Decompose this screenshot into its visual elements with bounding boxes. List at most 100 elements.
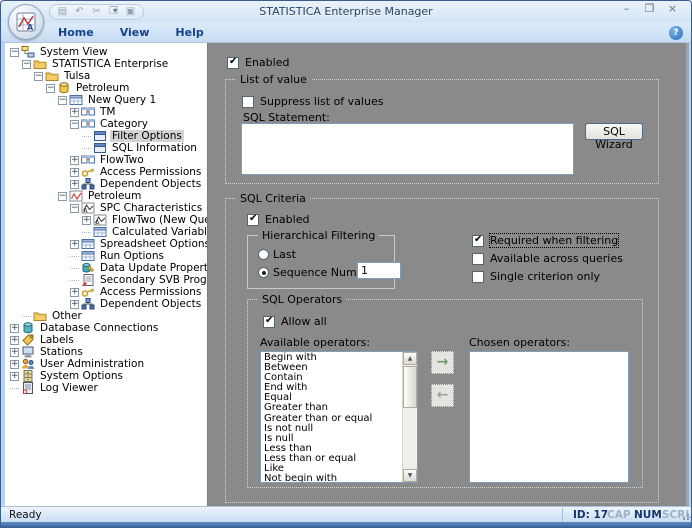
tree-connector [70,268,79,269]
tree-item-dependent-objects[interactable]: +Dependent Objects [5,178,207,190]
tree-item-flowtwo-new-query-1[interactable]: +AFlowTwo (New Query 1 [5,214,207,226]
sequence-number-input[interactable] [357,262,401,279]
tree-item-label: Secondary SVB Program [98,274,208,286]
tree-item-user-administration[interactable]: + User Administration [5,358,207,370]
help-icon[interactable]: ? [669,26,683,40]
sql-statement-textarea[interactable] [241,123,574,175]
maximize-button[interactable]: ❐ [641,3,658,16]
move-right-button[interactable]: → [431,351,454,374]
expand-icon[interactable]: + [70,156,79,165]
chosen-operators-list[interactable] [469,351,629,483]
move-left-button[interactable]: ← [431,384,454,407]
criteria-enabled-checkbox[interactable] [247,214,259,226]
tree-item-log-viewer[interactable]: Log Viewer [5,382,207,394]
status-separator [562,508,563,522]
window-controls: – ❐ × [618,3,681,16]
tab-home[interactable]: Home [45,23,107,43]
tree-item-dependent-objects[interactable]: +Dependent Objects [5,298,207,310]
tree-item-label: Spreadsheet Options [98,238,208,250]
tree-item-label: Category [98,118,150,130]
allow-all-checkbox[interactable] [263,316,275,328]
log-viewer-icon [21,382,36,394]
table-icon [93,226,108,238]
available-across-queries-checkbox[interactable] [472,253,484,265]
expand-icon[interactable]: + [10,360,19,369]
application-menu-button[interactable]: A [8,4,44,40]
last-radio[interactable] [258,249,269,260]
spc-icon: A [93,214,108,226]
expand-icon[interactable]: + [70,288,79,297]
query-icon [81,118,96,130]
collapse-icon[interactable]: − [46,84,55,93]
status-message: Ready [9,509,42,521]
tree-item-tulsa[interactable]: −Tulsa [5,70,207,82]
system-view-icon [21,46,36,58]
expand-icon[interactable]: + [10,336,19,345]
expand-icon[interactable]: + [70,108,79,117]
query-icon [81,106,96,118]
collapse-icon[interactable]: − [70,120,79,129]
tree-item-spc-characteristics[interactable]: −ASPC Characteristics [5,202,207,214]
single-criterion-only-checkbox[interactable] [472,271,484,283]
scroll-up-icon[interactable]: ▲ [403,352,417,365]
tree-item-tm[interactable]: +TM [5,106,207,118]
tree-item-label: SQL Information [110,142,199,154]
expand-icon[interactable]: + [10,324,19,333]
close-button[interactable]: × [664,3,681,16]
tree-item-secondary-svb-program[interactable]: Secondary SVB Program [5,274,207,286]
collapse-icon[interactable]: − [34,72,43,81]
tree-item-flowtwo[interactable]: +FlowTwo [5,154,207,166]
tree-item-access-permissions[interactable]: +Access Permissions [5,166,207,178]
expand-icon[interactable]: + [70,300,79,309]
tree-item-statistica-enterprise[interactable]: − STATISTICA Enterprise [5,58,207,70]
expand-icon[interactable]: + [70,168,79,177]
collapse-icon[interactable]: − [58,96,67,105]
system-options-icon [21,370,36,382]
folder-icon [33,58,48,70]
tree-item-system-options[interactable]: +System Options [5,370,207,382]
tree-item-data-update-properties[interactable]: Data Update Properties [5,262,207,274]
scroll-down-icon[interactable]: ▼ [403,469,417,482]
expand-icon[interactable]: + [70,180,79,189]
tree-item-access-permissions[interactable]: +Access Permissions [5,286,207,298]
tree-item-other[interactable]: Other [5,310,207,322]
operator-item[interactable]: Not begin with [261,474,401,483]
expand-icon[interactable]: + [10,348,19,357]
collapse-icon[interactable]: − [70,204,79,213]
collapse-icon[interactable]: − [58,192,67,201]
tree-item-calculated-variables[interactable]: Calculated Variables [5,226,207,238]
chart-icon [69,190,84,202]
query-icon [81,154,96,166]
collapse-icon[interactable]: − [10,48,19,57]
suppress-list-checkbox[interactable] [242,96,254,108]
collapse-icon[interactable]: − [22,60,31,69]
tree-item-stations[interactable]: +Stations [5,346,207,358]
tree-item-database-connections[interactable]: +Database Connections [5,322,207,334]
minimize-button[interactable]: – [618,3,635,16]
scroll-thumb[interactable] [403,366,417,408]
tree-item-sql-information[interactable]: SQL Information [5,142,207,154]
tab-help[interactable]: Help [162,23,216,43]
tree-item-new-query-1[interactable]: −New Query 1 [5,94,207,106]
key-icon [81,286,96,298]
tree-item-category[interactable]: − Category [5,118,207,130]
tree-item-system-view[interactable]: −System View [5,46,207,58]
sql-wizard-button[interactable]: SQL Wizard [585,123,643,140]
required-when-filtering-checkbox[interactable] [472,235,484,247]
available-operators-list[interactable]: Begin withBetweenContainEnd withEqualGre… [260,351,418,483]
sequence-number-radio[interactable] [258,267,269,278]
tree-item-label: User Administration [38,358,146,370]
tree-item-run-options[interactable]: Run Options [5,250,207,262]
expand-icon[interactable]: + [70,240,79,249]
enabled-checkbox[interactable] [227,57,239,69]
tree-item-label: STATISTICA Enterprise [50,58,170,70]
tree-item-spreadsheet-options[interactable]: + Spreadsheet Options [5,238,207,250]
expand-icon[interactable]: + [10,372,19,381]
tree-item-petroleum[interactable]: −Petroleum [5,82,207,94]
tree-item-petroleum[interactable]: −Petroleum [5,190,207,202]
expand-icon[interactable]: + [82,216,91,225]
list-scrollbar[interactable]: ▲ ▼ [402,352,417,482]
tree-item-labels[interactable]: +Labels [5,334,207,346]
tab-view[interactable]: View [107,23,163,43]
tree-item-filter-options[interactable]: Filter Options [5,130,207,142]
